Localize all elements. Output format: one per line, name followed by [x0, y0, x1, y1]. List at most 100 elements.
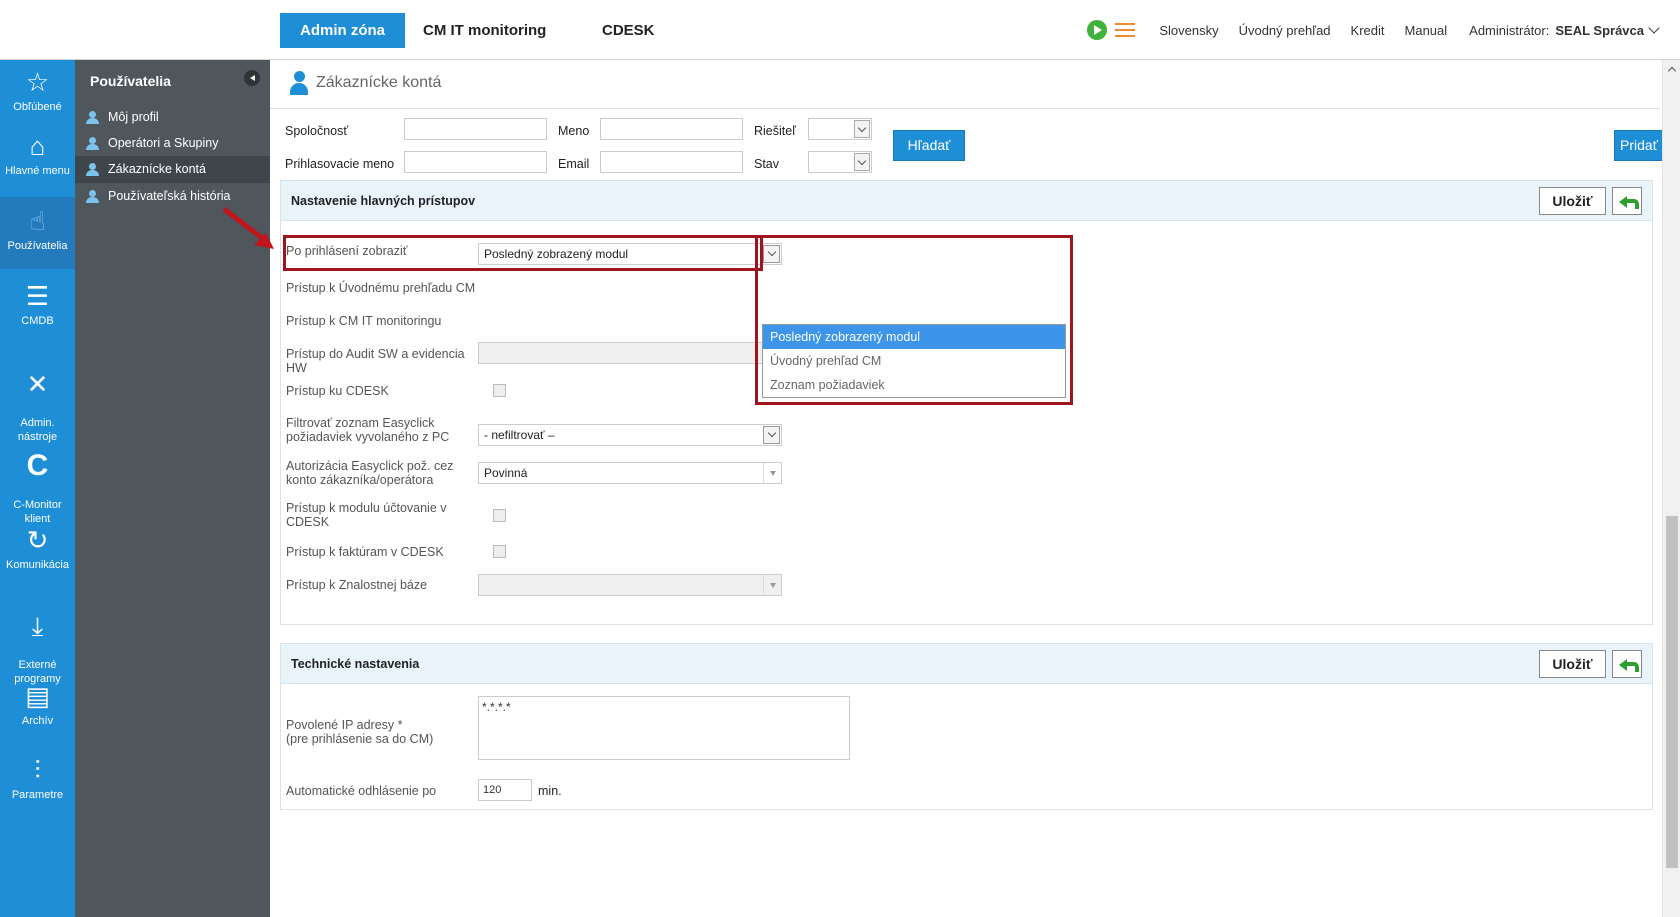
auto-logout-label: Automatické odhlásenie po [286, 784, 437, 798]
login-input[interactable] [404, 151, 547, 173]
name-label: Meno [558, 124, 590, 138]
tab-cdesk[interactable]: CDESK [602, 13, 655, 48]
allowed-ip-textarea[interactable]: *.*.*.* [478, 696, 850, 760]
auth-easyclick-label: Autorizácia Easyclick pož. cez konto zák… [286, 459, 454, 487]
scrollbar-thumb[interactable] [1666, 516, 1678, 868]
page-header: Zákaznícke kontá [290, 70, 441, 96]
company-label: Spoločnosť [285, 124, 349, 138]
save-button[interactable]: Uložiť [1539, 187, 1606, 215]
nav-main-menu[interactable]: ⌂ Hlavné menu [0, 132, 75, 192]
chevron-down-icon [763, 426, 780, 444]
sync-icon: ↻ [26, 525, 49, 555]
chevron-down-icon [854, 153, 870, 171]
nav-favorites[interactable]: ☆ Obľúbené [0, 68, 75, 128]
allowed-ip-label: Povolené IP adresy * (pre prihlásenie sa… [286, 718, 434, 746]
nav-c-monitor-client[interactable]: C C-Monitor klient [0, 438, 75, 526]
nav-users[interactable]: ☝ Používatelia [0, 197, 75, 269]
login-label: Prihlasovacie meno [285, 157, 395, 171]
chevron-down-icon [763, 463, 781, 483]
back-arrow-icon[interactable] [1612, 650, 1642, 678]
overview-access-label: Prístup k Úvodnému prehľadu CM [286, 281, 476, 295]
back-arrow-icon[interactable] [1612, 187, 1642, 215]
main-content: Zákaznícke kontá Spoločnosť Meno Riešite… [270, 60, 1680, 917]
admin-user-menu[interactable]: SEAL Správca [1555, 23, 1644, 38]
top-right-menu: Slovensky Úvodný prehľad Kredit Manual A… [1087, 20, 1660, 40]
users-sidebar: Používatelia Môj profil Operátori a Skup… [75, 60, 270, 917]
hamburger-menu-icon[interactable] [1115, 23, 1136, 37]
name-input[interactable] [600, 118, 743, 140]
company-input[interactable] [404, 118, 547, 140]
tab-admin-zone[interactable]: Admin zóna [280, 13, 405, 48]
top-bar: Admin zóna CM IT monitoring CDESK Sloven… [0, 0, 1680, 60]
auth-easyclick-select[interactable]: Povinná [478, 462, 782, 484]
dropdown-option-last-module[interactable]: Posledný zobrazený modul [763, 325, 1065, 349]
main-nav: ☆ Obľúbené ⌂ Hlavné menu ☝ Používatelia … [0, 60, 75, 917]
manual-link[interactable]: Manual [1405, 23, 1448, 38]
sidebar-item-customer-accounts[interactable]: Zákaznícke kontá [75, 156, 270, 183]
save-button[interactable]: Uložiť [1539, 650, 1606, 678]
database-icon: ☰ [25, 281, 50, 311]
audit-access-select[interactable] [478, 342, 782, 364]
annotation-arrow-icon [222, 207, 274, 249]
nav-cmdb[interactable]: ☰ CMDB [0, 282, 75, 342]
nav-communication[interactable]: ↻ Komunikácia [0, 526, 75, 586]
cdesk-access-checkbox[interactable] [493, 384, 506, 397]
invoices-access-checkbox[interactable] [493, 545, 506, 558]
knowledge-access-select[interactable] [478, 574, 782, 596]
invoices-access-label: Prístup k faktúram v CDESK [286, 545, 444, 559]
after-login-dropdown-list: Posledný zobrazený modul Úvodný prehľad … [762, 324, 1066, 398]
chevron-down-icon [763, 245, 780, 263]
status-label: Stav [754, 157, 780, 171]
email-input[interactable] [600, 151, 743, 173]
credit-link[interactable]: Kredit [1351, 23, 1385, 38]
page-scrollbar[interactable] [1662, 60, 1680, 917]
technical-settings-panel: Technické nastavenia Uložiť Povolené IP … [280, 643, 1653, 810]
sidebar-item-my-profile[interactable]: Môj profil [75, 104, 270, 131]
users-icon [86, 137, 100, 150]
it-monitoring-access-label: Prístup k CM IT monitoringu [286, 314, 442, 328]
chevron-down-icon[interactable] [1648, 22, 1660, 34]
add-button[interactable]: Pridať [1614, 130, 1664, 161]
auto-logout-unit: min. [538, 784, 562, 798]
chevron-down-icon [763, 575, 781, 595]
audit-access-label: Prístup do Audit SW a evidencia HW [286, 347, 465, 375]
auto-logout-input[interactable]: 120 [478, 779, 532, 801]
language-link[interactable]: Slovensky [1159, 23, 1218, 38]
page-title: Zákaznícke kontá [316, 74, 442, 91]
panel-title: Technické nastavenia [291, 657, 420, 671]
user-icon [290, 71, 308, 95]
panel-title: Nastavenie hlavných prístupov [291, 194, 476, 208]
email-label: Email [558, 157, 590, 171]
nav-admin-tools[interactable]: ✕ Admin. nástroje [0, 356, 75, 443]
play-icon[interactable] [1087, 20, 1108, 40]
nav-archive[interactable]: ▤ Archív [0, 682, 75, 742]
status-select[interactable] [808, 151, 872, 173]
chevron-down-icon [854, 120, 870, 138]
search-button[interactable]: Hľadať [893, 130, 965, 161]
knowledge-access-label: Prístup k Znalostnej báze [286, 578, 428, 592]
overview-link[interactable]: Úvodný prehľad [1239, 23, 1331, 38]
filter-bar: Spoločnosť Meno Riešiteľ Prihlasovacie m… [270, 108, 1664, 184]
c-icon: C [26, 449, 49, 482]
archive-icon: ▤ [25, 681, 50, 711]
dropdown-option-overview[interactable]: Úvodný prehľad CM [763, 349, 1065, 373]
after-login-select[interactable]: Posledný zobrazený modul [478, 243, 782, 265]
star-icon: ☆ [25, 67, 50, 97]
sidebar-item-operators-groups[interactable]: Operátori a Skupiny [75, 130, 270, 157]
dropdown-option-request-list[interactable]: Zoznam požiadaviek [763, 373, 1065, 397]
collapse-sidebar-icon[interactable] [244, 70, 260, 86]
nav-external-programs[interactable]: ⤓ Externé programy [0, 598, 75, 685]
panel-header: Nastavenie hlavných prístupov Uložiť [281, 181, 1652, 221]
filter-easyclick-select[interactable]: - nefiltrovať – [478, 424, 782, 446]
billing-access-label: Prístup k modulu účtovanie v CDESK [286, 501, 447, 529]
solver-select[interactable] [808, 118, 872, 140]
solver-label: Riešiteľ [754, 124, 796, 138]
tools-icon: ✕ [26, 369, 49, 399]
user-icon [86, 163, 100, 176]
scroll-up-icon[interactable] [1667, 66, 1677, 76]
admin-label: Administrátor: [1469, 22, 1550, 38]
nav-parameters[interactable]: ⫶ Parametre [0, 756, 75, 816]
sliders-icon: ⫶ [34, 755, 41, 785]
billing-access-checkbox[interactable] [493, 509, 506, 522]
tab-cm-it-monitoring[interactable]: CM IT monitoring [423, 13, 546, 48]
